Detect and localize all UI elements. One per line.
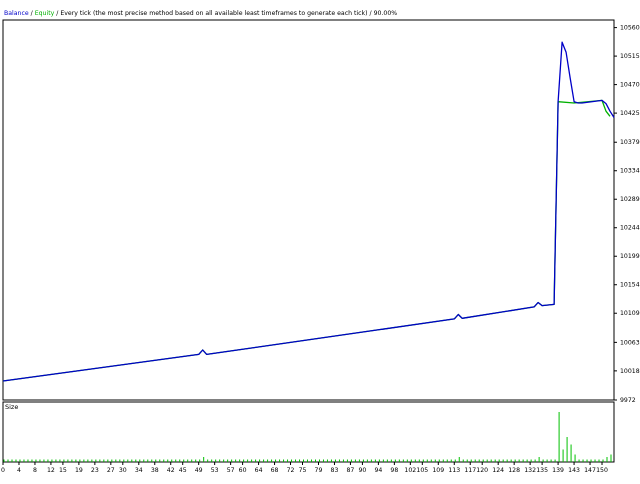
x-tick-label: 72 (287, 467, 295, 474)
chart-svg: Balance / Equity / Every tick (the most … (1, 10, 640, 474)
x-tick-label: 94 (374, 467, 382, 474)
y-tick-label: 10560 (620, 25, 640, 32)
main-plot-frame (2, 19, 615, 401)
x-tick-label: 27 (107, 467, 115, 474)
size-plot: Size (2, 401, 615, 463)
y-tick-label: 10199 (620, 253, 640, 260)
y-tick-label: 9972 (620, 397, 636, 404)
x-tick-label: 45 (179, 467, 187, 474)
main-plot: 9972 10018 10063 10109 10154 10199 10244 10289 1… (2, 19, 640, 404)
x-tick-label: 49 (195, 467, 203, 474)
x-tick-label: 30 (119, 467, 127, 474)
x-tick-label: 117 (464, 467, 476, 474)
x-tick-label: 150 (596, 467, 608, 474)
x-tick-label: 23 (91, 467, 99, 474)
y-tick-label: 10154 (620, 282, 640, 289)
x-tick-label: 19 (75, 467, 83, 474)
x-tick-label: 15 (59, 467, 67, 474)
y-tick-label: 10334 (620, 168, 640, 175)
x-tick-label: 68 (271, 467, 279, 474)
y-tick-label: 10063 (620, 339, 640, 346)
x-tick-label: 102 (404, 467, 416, 474)
x-tick-label: 57 (227, 467, 235, 474)
y-tick-label: 10018 (620, 368, 640, 375)
x-tick-label: 124 (492, 467, 504, 474)
x-tick-label: 12 (47, 467, 55, 474)
y-tick-label: 10289 (620, 196, 640, 203)
x-tick-label: 98 (390, 467, 398, 474)
x-tick-label: 38 (151, 467, 159, 474)
x-tick-label: 64 (255, 467, 263, 474)
legend-equity: Equity (35, 10, 55, 17)
x-tick-label: 60 (239, 467, 247, 474)
x-tick-label: 113 (448, 467, 460, 474)
x-tick-label: 87 (346, 467, 354, 474)
y-tick-label: 10244 (620, 225, 640, 232)
x-tick-label: 0 (1, 467, 5, 474)
y-tick-label: 10109 (620, 310, 640, 317)
y-tick-label: 10470 (620, 82, 640, 89)
legend-balance: Balance (4, 10, 29, 17)
x-tick-label: 132 (524, 467, 536, 474)
x-tick-label: 120 (476, 467, 488, 474)
x-tick-label: 105 (416, 467, 428, 474)
legend-quality: 90.00% (374, 10, 398, 17)
size-plot-frame (2, 401, 615, 463)
y-tick-label: 10425 (620, 110, 640, 117)
tester-chart: Balance / Equity / Every tick (the most … (0, 0, 640, 480)
x-tick-label: 109 (432, 467, 444, 474)
x-tick-label: 147 (584, 467, 596, 474)
size-label: Size (5, 403, 18, 411)
x-tick-label: 143 (568, 467, 580, 474)
y-tick-label: 10515 (620, 53, 640, 60)
x-tick-label: 8 (33, 467, 37, 474)
legend-description: Every tick (the most precise method base… (60, 10, 367, 17)
x-tick-label: 75 (299, 467, 307, 474)
x-tick-label: 53 (211, 467, 219, 474)
legend-text: Balance / Equity / Every tick (the most … (4, 10, 397, 17)
x-tick-label: 34 (135, 467, 143, 474)
x-tick-label: 90 (358, 467, 366, 474)
y-tick-label: 10379 (620, 139, 640, 146)
x-tick-label: 83 (331, 467, 339, 474)
x-tick-label: 42 (167, 467, 175, 474)
x-tick-label: 128 (508, 467, 520, 474)
x-tick-label: 135 (536, 467, 548, 474)
x-tick-label: 79 (315, 467, 323, 474)
x-tick-label: 139 (552, 467, 564, 474)
x-tick-label: 4 (17, 467, 21, 474)
